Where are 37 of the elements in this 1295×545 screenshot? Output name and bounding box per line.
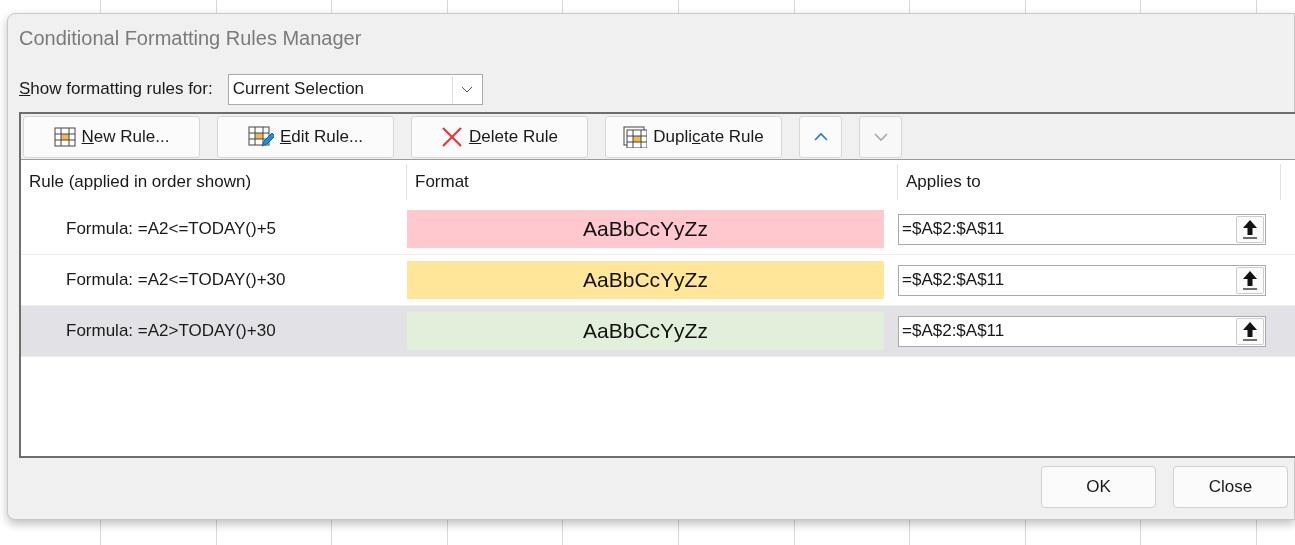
arrow-up-icon xyxy=(1242,321,1258,341)
chevron-down-icon xyxy=(872,132,889,142)
range-field[interactable]: =$A$2:$A$11 xyxy=(898,213,1266,245)
column-header: Format xyxy=(407,164,898,200)
delete-icon xyxy=(441,126,464,148)
toolbar-button[interactable]: New Rule... xyxy=(23,116,200,158)
rule-text: Formula: =A2<=TODAY()+30 xyxy=(65,270,287,290)
format-preview: AaBbCcYyZz xyxy=(407,312,884,350)
rule-text: Formula: =A2<=TODAY()+5 xyxy=(65,219,278,239)
chevron-down-icon xyxy=(460,85,473,93)
dialog-title: Conditional Formatting Rules Manager xyxy=(19,27,363,51)
range-field[interactable]: =$A$2:$A$11 xyxy=(898,315,1266,347)
toolbar-button[interactable]: Edit Rule... xyxy=(217,116,394,158)
format-preview: AaBbCcYyZz xyxy=(407,210,884,248)
range-select-button[interactable] xyxy=(1236,266,1264,294)
toolbar-button[interactable]: Delete Rule xyxy=(411,116,588,158)
duplicate-table-icon xyxy=(623,126,648,148)
range-select-button[interactable] xyxy=(1236,317,1264,345)
rule-row[interactable]: Formula: =A2<=TODAY()+30 AaBbCcYyZz =$A$2:$A$11 xyxy=(21,255,1295,306)
range-field[interactable]: =$A$2:$A$11 xyxy=(898,264,1266,296)
column-header: Rule (applied in order shown) xyxy=(21,164,407,200)
range-select-button[interactable] xyxy=(1236,215,1264,243)
column-header: Applies to xyxy=(898,164,1281,200)
arrow-up-icon xyxy=(1242,270,1258,290)
field-label: Show formatting rules for: xyxy=(19,79,213,99)
rules-scope-dropdown[interactable]: Current Selection xyxy=(227,73,483,105)
rule-text: Formula: =A2>TODAY()+30 xyxy=(65,321,277,341)
chevron-up-icon xyxy=(812,132,829,142)
rule-row[interactable]: Formula: =A2>TODAY()+30 AaBbCcYyZz =$A$2:$A$11 xyxy=(21,306,1295,357)
dialog-button[interactable]: Close xyxy=(1173,466,1288,508)
rule-row[interactable]: Formula: =A2<=TODAY()+5 AaBbCcYyZz =$A$2:$A$11 xyxy=(21,204,1295,255)
table-pencil-icon xyxy=(247,126,274,148)
arrow-up-icon xyxy=(1242,219,1258,239)
table-icon xyxy=(53,127,76,147)
dialog-button[interactable]: OK xyxy=(1041,466,1156,508)
format-preview: AaBbCcYyZz xyxy=(407,261,884,299)
toolbar-button[interactable]: Duplicate Rule xyxy=(605,116,782,158)
